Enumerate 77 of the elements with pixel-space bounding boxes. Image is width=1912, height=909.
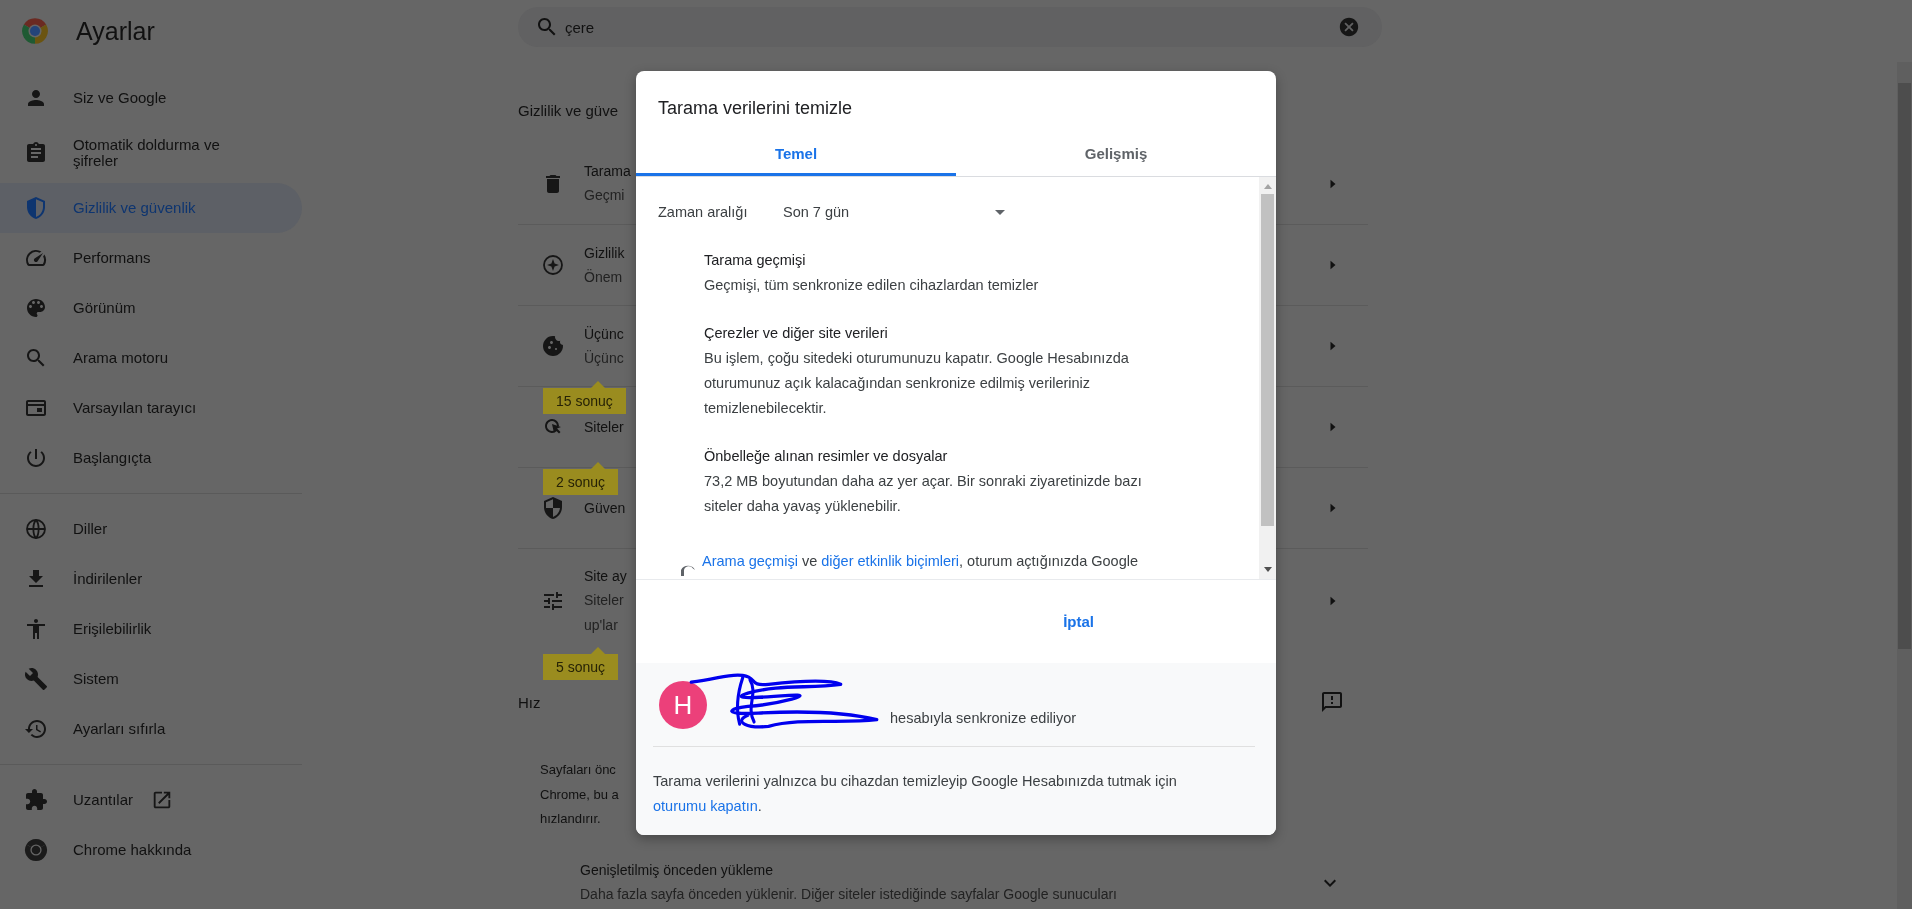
wrench-icon <box>24 667 48 691</box>
globe-icon <box>24 517 48 541</box>
cancel-button[interactable]: İptal <box>1047 605 1110 638</box>
sync-status: hesabıyla senkronize ediliyor <box>890 710 1077 726</box>
shield-icon <box>24 196 48 220</box>
text-link[interactable]: oturumu kapatın <box>653 798 758 814</box>
text-link[interactable]: diğer etkinlik biçimleri <box>821 553 960 569</box>
sidebar-item[interactable]: Başlangıçta <box>0 433 302 483</box>
option-title: Tarama geçmişi <box>704 251 807 270</box>
option-title: Çerezler ve diğer site verileri <box>704 324 889 343</box>
feedback-icon[interactable] <box>1320 690 1344 714</box>
cookie-icon <box>541 334 565 358</box>
dialog-title: Tarama verilerini temizle <box>657 97 854 120</box>
setting-title: Üçünc <box>584 324 624 344</box>
compass-icon <box>541 253 565 277</box>
search-field[interactable]: çere <box>518 7 1382 47</box>
scroll-down-icon[interactable] <box>1262 565 1273 573</box>
sidebar-item[interactable]: Otomatik doldurma ve şifreler <box>0 123 302 183</box>
text-link[interactable]: Arama geçmişi <box>702 553 798 569</box>
caret-down-icon <box>995 209 1005 215</box>
sidebar-item[interactable]: Performans <box>0 233 302 283</box>
sidebar-item[interactable]: Arama motoru <box>0 333 302 383</box>
sidebar-item[interactable]: Görünüm <box>0 283 302 333</box>
clipboard-icon <box>24 141 48 165</box>
history-icon <box>24 717 48 741</box>
browser-logo <box>21 17 49 45</box>
setting-description: Geçmi <box>584 186 626 205</box>
option-description: Geçmişi, tüm senkronize edilen cihazlardan temizler <box>704 276 1040 295</box>
setting-title: Güven <box>584 499 626 518</box>
sidebar-item[interactable]: Siz ve Google <box>0 73 302 123</box>
g-logo-icon <box>678 564 698 576</box>
sidebar-item[interactable]: Gizlilik ve güvenlik <box>0 183 302 233</box>
setting-title: Genişletilmiş önceden yükleme <box>580 861 774 880</box>
dialog-scrollbar[interactable] <box>1259 177 1276 579</box>
sidebar-item[interactable]: Chrome hakkında <box>0 825 302 875</box>
tab[interactable]: Temel <box>636 130 956 176</box>
page-title: Ayarlar <box>76 16 155 46</box>
sidebar-item[interactable]: Varsayılan tarayıcı <box>0 383 302 433</box>
search-input[interactable]: çere <box>565 18 1338 36</box>
setting-description: Daha fazla sayfa önceden yüklenir. Diğer siteler istediğinde sayfalar Google sunucuları <box>580 885 1117 904</box>
notice-text: Arama geçmişi ve diğer etkinlik biçimleri, oturum açtığınızda Google <box>702 552 1138 571</box>
avatar: H <box>659 681 707 729</box>
section-heading: Hız <box>518 693 541 711</box>
sign-out-note: Tarama verilerini yalnızca bu cihazdan temizleyip Google Hesabınızda tutmak için oturumu kapatın. <box>653 772 1178 816</box>
setting-title: Sayfaları önc <box>540 761 617 780</box>
power-icon <box>24 446 48 470</box>
option-description: 73,2 MB boyutundan daha az yer açar. Bir sonraki ziyaretinizde bazı siteler daha yavaş yüklenebilir. <box>704 472 1143 516</box>
sidebar-item[interactable]: Diller <box>0 504 302 554</box>
option-description: Bu işlem, çoğu sitedeki oturumunuzu kapatır. Google Hesabınızda oturumunuz açık kalacağından senkronize edilmiş verileriniz temizlenebilecektir. <box>704 349 1130 418</box>
sidebar-item[interactable]: Erişilebilirlik <box>0 604 302 654</box>
setting-description: Siteler <box>584 590 625 610</box>
setting-title: Gizlilik <box>584 243 625 263</box>
accessibility-icon <box>24 617 48 641</box>
page-scrollbar[interactable] <box>1897 62 1912 909</box>
scroll-up-icon[interactable] <box>1262 183 1273 191</box>
tab[interactable]: Gelişmiş <box>956 130 1276 176</box>
option-title: Önbelleğe alınan resimler ve dosyalar <box>704 447 949 466</box>
puzzle-icon <box>24 788 48 812</box>
shield-icon <box>541 496 565 520</box>
sidebar-item[interactable]: Ayarları sıfırla <box>0 704 302 754</box>
setting-description: Önem <box>584 267 624 287</box>
setting-description: Chrome, bu a <box>540 785 619 804</box>
setting-title: Siteler <box>584 418 624 437</box>
field-label: Zaman aralığı <box>658 202 749 222</box>
time-range-select[interactable]: Son 7 gün <box>783 199 1020 225</box>
section-heading: Gizlilik ve güve <box>518 101 619 121</box>
setting-description: Üçünc <box>584 348 624 368</box>
setting-description: up'lar <box>584 615 619 635</box>
setting-description: hızlandırır. <box>540 810 602 829</box>
palette-icon <box>24 296 48 320</box>
sidebar-item[interactable]: Uzantılar <box>0 775 302 825</box>
clear-icon[interactable] <box>1338 16 1360 38</box>
sidebar-item[interactable]: İndirilenler <box>0 554 302 604</box>
sidebar-item[interactable]: Sistem <box>0 654 302 704</box>
browser-logo-icon <box>24 838 48 862</box>
setting-title: Site ay <box>584 566 627 586</box>
setting-title: Tarama <box>584 162 631 181</box>
